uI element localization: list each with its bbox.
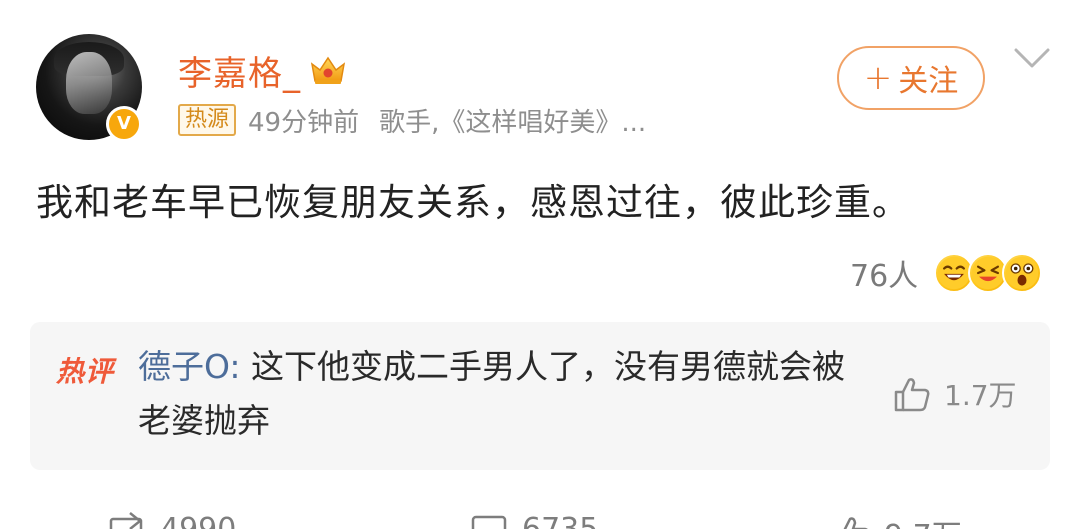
username[interactable]: 李嘉格_ xyxy=(178,46,301,95)
plus-icon: + xyxy=(863,58,893,98)
like-icon xyxy=(843,517,868,529)
comment-count: 6735 xyxy=(522,511,599,529)
surprised-emoji-icon xyxy=(1002,253,1043,293)
verified-badge-icon: V xyxy=(106,106,142,142)
comment-icon xyxy=(471,515,507,529)
chevron-down-icon[interactable] xyxy=(1012,44,1052,72)
user-description: 歌手,《这样唱好美》... xyxy=(379,107,647,138)
avatar-face-shape xyxy=(66,52,112,114)
reaction-count: 76人 xyxy=(850,259,919,294)
like-button[interactable]: 9.7万 xyxy=(832,511,962,529)
post-meta-row: 热源 49分钟前 歌手,《这样唱好美》... xyxy=(178,103,647,138)
repost-count: 4990 xyxy=(160,511,237,529)
commenter-separator: : xyxy=(229,347,252,386)
like-count: 9.7万 xyxy=(884,511,962,529)
action-bar: 4990 6735 9.7万 xyxy=(0,505,1080,529)
post-text: 我和老车早已恢复朋友关系，感恩过往，彼此珍重。 xyxy=(36,181,910,224)
follow-button[interactable]: + 关注 xyxy=(837,46,985,110)
comment-like-button[interactable]: 1.7万 xyxy=(892,372,1017,416)
weibo-post-screen: V 李嘉格_ 热源 49分钟前 歌手,《这样唱好美》... + 关注 我和老车早… xyxy=(0,0,1080,529)
hot-source-tag[interactable]: 热源 xyxy=(178,104,237,136)
reaction-emojis xyxy=(934,251,1044,295)
reactions-summary[interactable]: 76人 xyxy=(850,250,1044,296)
repost-icon xyxy=(109,512,143,529)
hot-comment-card[interactable]: 热评 德子O: 这下他变成二手男人了，没有男德就会被老婆抛弃 1.7万 xyxy=(30,322,1050,470)
post-time: 49分钟前 xyxy=(248,107,360,138)
thumbs-up-icon xyxy=(894,378,930,412)
comment-body: 德子O: 这下他变成二手男人了，没有男德就会被老婆抛弃 xyxy=(138,340,858,448)
username-row: 李嘉格_ xyxy=(178,46,347,95)
hot-comment-label: 热评 xyxy=(56,355,115,388)
repost-button[interactable]: 4990 xyxy=(108,511,236,529)
comment-button[interactable]: 6735 xyxy=(470,511,598,529)
follow-label: 关注 xyxy=(898,64,959,99)
comment-like-count: 1.7万 xyxy=(944,379,1017,412)
crown-icon xyxy=(310,56,346,84)
commenter-name[interactable]: 德子O xyxy=(138,347,229,386)
